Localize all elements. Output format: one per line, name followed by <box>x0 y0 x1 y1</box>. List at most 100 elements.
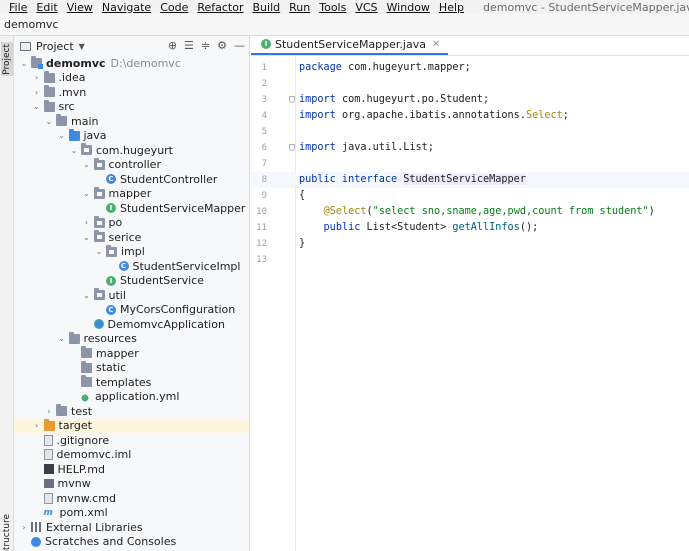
tree-item-test[interactable]: › test <box>14 404 249 419</box>
menu-edit[interactable]: Edit <box>36 1 57 14</box>
tree-item-po[interactable]: › po <box>14 215 249 231</box>
code-editor[interactable]: package com.hugeyurt.mapper; import com.h… <box>297 56 689 551</box>
chevron-right-icon[interactable]: › <box>19 523 29 532</box>
chevron-down-icon[interactable]: ⌄ <box>19 59 29 68</box>
tree-item-studentservicemapper[interactable]: I StudentServiceMapper <box>14 201 249 216</box>
tree-item-main[interactable]: ⌄ main <box>14 114 249 129</box>
code-line: } <box>299 236 305 252</box>
project-panel-title[interactable]: Project <box>36 40 74 53</box>
package-icon <box>106 244 117 257</box>
tree-item-mvnw-cmd[interactable]: mvnw.cmd <box>14 491 249 506</box>
tree-item-idea[interactable]: › .idea <box>14 70 249 86</box>
fold-marker-icon[interactable] <box>289 96 295 103</box>
menu-help[interactable]: Help <box>439 1 464 14</box>
line-number-gutter: 1 2 3 4 5 6 7 8 9 10 11 12 13 <box>251 56 296 551</box>
tree-item-studentservice[interactable]: I StudentService <box>14 274 249 289</box>
menu-run[interactable]: Run <box>289 1 310 14</box>
tree-item-mapper[interactable]: mapper <box>14 346 249 361</box>
tree-item-src[interactable]: ⌄ src <box>14 99 249 115</box>
menu-navigate[interactable]: Navigate <box>102 1 151 14</box>
tree-item-help-md[interactable]: HELP.md <box>14 462 249 477</box>
menu-vcs[interactable]: VCS <box>355 1 377 14</box>
breadcrumb-project[interactable]: demomvc <box>4 18 58 31</box>
package-icon <box>93 288 105 301</box>
menu-tools[interactable]: Tools <box>319 1 346 14</box>
tree-item-mapper[interactable]: ⌄ mapper <box>14 186 249 202</box>
tree-item-static[interactable]: static <box>14 360 249 376</box>
tree-item-com-hugeyurt[interactable]: ⌄ com.hugeyurt <box>14 143 249 158</box>
close-icon[interactable]: ✕ <box>432 39 440 50</box>
tree-item-studentcontroller[interactable]: C StudentController <box>14 172 249 187</box>
expand-icon[interactable]: ≑ <box>201 39 210 52</box>
gear-icon[interactable]: ⚙ <box>217 39 227 52</box>
menu-refactor[interactable]: Refactor <box>197 1 243 14</box>
collapse-icon[interactable]: ☰ <box>184 39 194 52</box>
tree-item-label: mvnw.cmd <box>56 491 116 505</box>
tree-item-controller[interactable]: ⌄ controller <box>14 157 249 173</box>
chevron-right-icon[interactable]: › <box>32 88 42 97</box>
menu-view[interactable]: View <box>67 1 93 14</box>
yaml-file-icon <box>81 391 91 402</box>
chevron-down-icon[interactable]: ⌄ <box>44 117 54 126</box>
markdown-file-icon <box>43 464 54 475</box>
chevron-down-icon[interactable]: ⌄ <box>82 160 92 169</box>
tree-item-demomvcapplication[interactable]: DemomvcApplication <box>14 317 249 332</box>
tree-item-label: .gitignore <box>56 433 110 447</box>
menu-build[interactable]: Build <box>253 1 281 14</box>
chevron-down-icon[interactable]: ⌄ <box>82 233 92 242</box>
package-icon <box>81 143 92 156</box>
tree-item-demomvc[interactable]: ⌄ demomvc D:\demomvc <box>14 56 249 71</box>
tree-item-gitignore[interactable]: .gitignore <box>14 433 249 448</box>
tree-item-impl[interactable]: ⌄ impl <box>14 244 249 260</box>
minimize-icon[interactable]: — <box>234 39 245 52</box>
chevron-down-icon[interactable]: ⌄ <box>57 334 67 343</box>
tree-item-templates[interactable]: templates <box>14 375 249 390</box>
tree-item-resources[interactable]: ⌄ resources <box>14 331 249 347</box>
chevron-right-icon[interactable]: › <box>82 218 92 227</box>
structure-tool-tab[interactable]: Structure <box>1 514 13 551</box>
tree-item-pom-xml[interactable]: m pom.xml <box>14 506 249 521</box>
tree-item-label: HELP.md <box>57 462 105 476</box>
menu-file[interactable]: File <box>9 1 27 14</box>
fold-marker-icon[interactable] <box>289 144 295 151</box>
chevron-right-icon[interactable]: › <box>44 407 54 416</box>
tree-item-demomvc-iml[interactable]: demomvc.iml <box>14 448 249 463</box>
tree-item-java[interactable]: ⌄ java <box>14 128 249 144</box>
package-icon <box>93 230 105 243</box>
tree-item-application-yml[interactable]: application.yml <box>14 390 249 405</box>
tree-item-label: test <box>71 404 93 418</box>
editor-tab[interactable]: I StudentServiceMapper.java ✕ <box>251 35 449 55</box>
menu-code[interactable]: Code <box>160 1 188 14</box>
file-icon <box>43 449 53 461</box>
menu-window[interactable]: Window <box>387 1 430 14</box>
tree-item-target[interactable]: › target <box>14 418 249 433</box>
tree-item-mvn[interactable]: › .mvn <box>14 85 249 100</box>
chevron-down-icon[interactable]: ⌄ <box>69 146 79 155</box>
tree-item-mycorsconfiguration[interactable]: C MyCorsConfiguration <box>14 303 249 318</box>
chevron-down-icon[interactable]: ⌄ <box>82 291 92 300</box>
code-line: public interface StudentServiceMapper <box>299 172 526 188</box>
menu-bar: File Edit View Navigate Code Refactor Bu… <box>0 0 689 14</box>
tree-item-mvnw[interactable]: mvnw <box>14 477 249 492</box>
tree-item-util[interactable]: ⌄ util <box>14 288 249 303</box>
chevron-down-icon[interactable]: ⌄ <box>32 102 42 111</box>
tree-item-studentserviceimpl[interactable]: C StudentServiceImpl <box>14 259 249 274</box>
chevron-down-icon[interactable]: ⌄ <box>57 131 67 140</box>
package-icon <box>93 215 105 228</box>
tree-item-external-libraries[interactable]: › External Libraries <box>14 520 249 535</box>
line-number: 7 <box>261 159 267 169</box>
editor-tab-label: StudentServiceMapper.java <box>275 37 426 51</box>
class-icon: C <box>106 304 116 315</box>
chevron-down-icon[interactable]: ⌄ <box>94 247 104 256</box>
target-icon[interactable]: ⊕ <box>168 39 177 52</box>
chevron-down-icon[interactable]: ⌄ <box>82 189 92 198</box>
chevron-right-icon[interactable]: › <box>32 421 42 430</box>
tree-item-label: resources <box>83 332 137 346</box>
code-token-hl: StudentServiceMapper <box>403 174 526 185</box>
tree-item-scratches-and-consoles[interactable]: Scratches and Consoles <box>14 535 249 550</box>
chevron-right-icon[interactable]: › <box>32 73 42 82</box>
project-tool-tab[interactable]: Project <box>1 42 13 76</box>
tree-item-label: mapper <box>96 346 139 360</box>
chevron-down-icon[interactable]: ▼ <box>79 42 85 51</box>
tree-item-serice[interactable]: ⌄ serice <box>14 230 249 245</box>
